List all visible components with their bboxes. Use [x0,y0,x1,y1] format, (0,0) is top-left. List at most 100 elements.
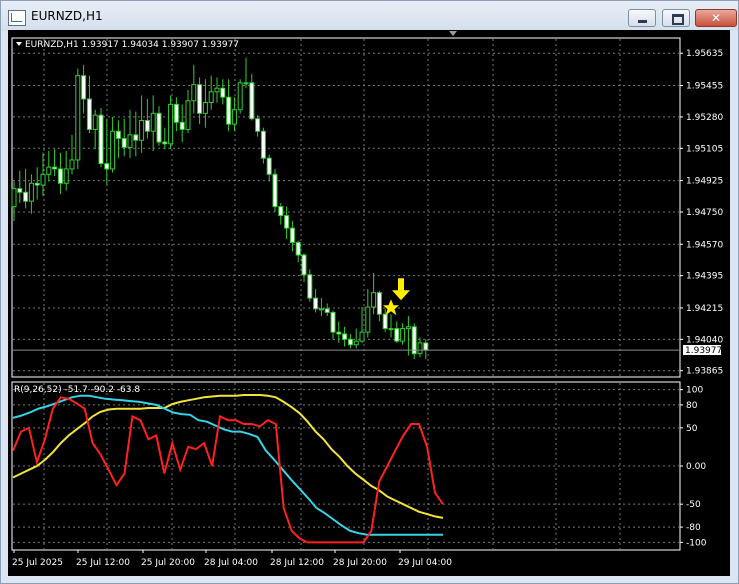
price-tick-label: 1.95455 [686,82,723,92]
candle-body [46,166,52,175]
time-tick-label: 25 Jul 12:00 [76,558,130,568]
price-tick-label: 1.93865 [686,367,723,377]
title-bar[interactable]: EURNZD,H1 ✕ [1,1,738,31]
candle-body [57,168,63,184]
shift-marker-icon [449,31,457,36]
price-tick-label: 1.95280 [686,113,723,123]
candle-body [394,328,400,342]
candle-body [69,159,75,170]
chart-svg[interactable]: 1.95635 1.95455 1.95280 1.95105 1.94925 1.947… [8,30,730,576]
candle-body [110,130,116,170]
candle-body [92,114,98,130]
candle-body [150,112,156,132]
candle-body [104,163,110,170]
close-icon: ✕ [710,11,722,25]
osc-tick-label: 100 [686,386,703,396]
osc-tick-label: 80 [686,401,698,411]
time-tick-label: 29 Jul 04:00 [398,558,452,568]
candle-body [52,166,58,170]
candle-body [226,96,232,125]
candle-body [353,340,359,346]
candle-body [330,311,336,333]
candle-body [115,130,121,139]
candle-body [388,328,394,331]
candle-body [191,84,197,102]
candle-body [347,338,353,346]
candle-body [86,98,92,130]
minimize-button[interactable] [628,9,656,27]
window-title: EURNZD,H1 [31,9,103,23]
current-price-label: 1.93977 [682,344,722,357]
time-tick-label: 28 Jul 12:00 [270,558,324,568]
osc-tick-label: 50 [686,424,698,434]
price-tick-label: 1.94395 [686,272,723,282]
candle-body [75,75,81,161]
price-tick-label: 1.94925 [686,177,723,187]
candle-body [318,308,324,311]
price-pane-border [11,37,681,378]
candle-body [63,168,69,184]
candle-body [214,87,220,93]
candle-body [243,82,249,85]
price-tick-label: 1.95105 [686,144,723,154]
price-tick-label: 1.95635 [686,49,723,59]
time-tick-label: 25 Jul 2025 [12,558,63,568]
candle-body [237,82,243,111]
oscillator-line-r26 [12,394,443,536]
candle-body [289,227,295,243]
candle-body [231,109,237,125]
candle-body [121,137,127,148]
candle-body [342,333,348,340]
candle-body [185,100,191,130]
close-button[interactable]: ✕ [695,9,737,27]
candle-body [208,91,214,104]
header-collapse-icon [16,42,22,46]
candle-body [255,118,261,132]
candle-body [28,182,34,202]
chart-canvas[interactable]: 1.95635 1.95455 1.95280 1.95105 1.94925 1.947… [8,30,730,576]
candle-body [313,297,319,310]
candle-body [307,274,313,299]
minimize-icon [638,20,647,23]
time-tick-label: 28 Jul 04:00 [204,558,258,568]
osc-tick-label: 0.00 [686,462,706,472]
price-tick-label: 1.94750 [686,208,723,218]
candle-body [376,292,382,315]
candle-body [266,157,272,175]
time-tick-label: 28 Jul 20:00 [333,558,387,568]
candle-body [202,102,208,114]
price-tick-label: 1.94215 [686,304,723,314]
oscillator-line-r52 [12,394,444,519]
down-arrow-icon [392,278,410,301]
candle-body [260,130,266,159]
candle-body [23,191,29,202]
candle-body [295,241,301,256]
candle-body [162,141,168,145]
candle-body [144,120,150,132]
candle-body [168,103,174,145]
candle-body [284,215,290,229]
candle-body [133,134,139,141]
time-tick-label: 25 Jul 20:00 [141,558,195,568]
candle-body [179,121,185,130]
candle-body [249,82,255,120]
candle-body [173,103,179,123]
price-header: EURNZD,H1 1.93917 1.94034 1.93907 1.9397… [25,40,239,50]
oscillator-header: R(9,26,52) -51.7 -90.2 -63.8 [14,385,140,395]
chart-window-icon[interactable] [8,10,26,26]
maximize-button[interactable] [662,9,690,27]
candle-body [156,112,162,143]
candle-body [81,75,87,100]
osc-tick-label: -80 [686,523,701,533]
candle-body [17,188,23,193]
candle-body [417,342,423,355]
candle-body [272,173,278,208]
candle-body [11,188,17,208]
osc-tick-label: -50 [686,500,701,510]
candle-body [301,254,307,276]
candle-body [40,173,46,186]
price-tick-label: 1.94570 [686,240,723,250]
candle-body [371,292,377,308]
oscillator-line-r9 [12,396,444,544]
candle-body [423,342,429,351]
